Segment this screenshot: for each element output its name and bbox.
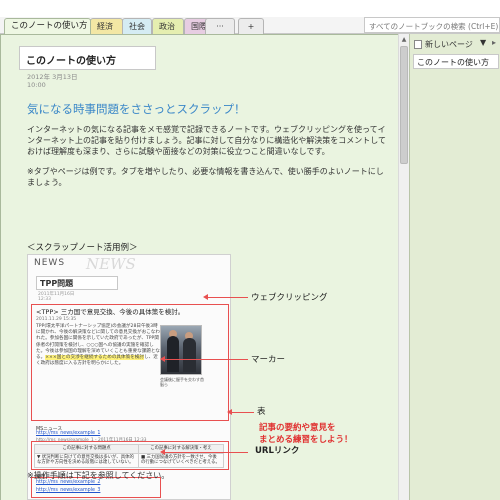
page-list-pane: 新しいページ ▼ ▸ このノートの使い方	[409, 34, 500, 500]
note-paragraph: ※タブやページは例です。タブを増やしたり、必要な情報を書き込んで、使い勝手のよい…	[27, 167, 384, 187]
scrap-time-text: 12:33	[38, 297, 51, 302]
arrow-marker	[165, 359, 248, 360]
label-marker: マーカー	[251, 355, 286, 365]
notebook-window: 経済 社会 政治 国際 ··· + このノートの使い方 すべてのノートブックの検…	[0, 0, 500, 500]
page-date: 2012年 3月13日 10:00	[27, 73, 78, 89]
scroll-up-icon[interactable]: ▲	[399, 34, 409, 45]
new-page-icon[interactable]	[414, 40, 422, 49]
tab-keizai[interactable]: 経済	[90, 18, 123, 34]
new-page-dropdown-icon[interactable]: ▼	[480, 38, 486, 47]
page-date-text: 2012年 3月13日	[27, 73, 78, 81]
search-input[interactable]: すべてのノートブックの検索 (Ctrl+E)	[364, 17, 500, 33]
photo-person-body	[167, 336, 179, 372]
label-web-clipping: ウェブクリッピング	[251, 293, 328, 303]
scrap-title: TPP問題	[36, 276, 118, 290]
table-cell-problem: ▼ 状況判断に向けての意見交換は多いが、具体的な方針や方向性を決める段階には達し…	[34, 452, 139, 469]
label-summary-line1: 記事の要約や意見を	[259, 423, 336, 433]
page-canvas[interactable]: このノートの使い方 2012年 3月13日 10:00 気になる時事問題をささっ…	[0, 34, 398, 500]
label-url-link: URLリンク	[255, 446, 300, 456]
news-watermark: NEWS	[86, 255, 136, 273]
page-title[interactable]: このノートの使い方	[19, 46, 156, 70]
link-url-1[interactable]: http://ms_news/example_1	[36, 431, 100, 436]
footer-note: ※操作手順は下記を参照してください。	[27, 471, 170, 480]
scrap-date: 2011年11月16日 12:33	[38, 292, 74, 302]
arrow-web-clipping	[208, 297, 248, 298]
article-body: TPP(環太平洋パートナーシップ協定)の会議が28日午後3時に開かれ、今後の解決…	[36, 324, 161, 367]
page-time-text: 10:00	[27, 81, 46, 89]
arrow-head-icon	[160, 449, 165, 455]
new-page-button[interactable]: 新しいページ	[425, 39, 473, 50]
page-heading: 気になる時事問題をささっとスクラップ！	[27, 102, 246, 116]
vertical-scrollbar[interactable]: ▲	[398, 34, 409, 500]
photo-person-body	[183, 338, 196, 372]
page-list-item[interactable]: このノートの使い方	[413, 54, 499, 69]
arrow-head-icon	[160, 356, 165, 362]
example-subheading: ＜スクラップノート活用例＞	[27, 243, 138, 253]
news-label: NEWS	[34, 258, 66, 268]
scroll-thumb[interactable]	[400, 46, 408, 164]
label-table: 表	[257, 407, 266, 417]
collapse-pane-icon[interactable]: ▸	[492, 38, 496, 47]
tab-usage-guide[interactable]: このノートの使い方	[4, 18, 91, 34]
table-cell-solution: ■ 三カ国協議の方針を一致させ、今後の行動につなげていくべきだと考える。	[137, 452, 225, 469]
more-tabs-button[interactable]: ···	[205, 18, 235, 34]
arrow-url-link	[165, 452, 248, 453]
photo-caption: 会議後に握手を交わす首脳ら	[160, 377, 204, 387]
tab-seiji[interactable]: 政治	[152, 18, 184, 34]
article-photo	[160, 325, 202, 375]
article-headline: <TPP> 三カ国で意見交換、今後の具体策を検討。	[36, 308, 185, 316]
arrow-head-icon	[203, 294, 208, 300]
summary-table: この記事に対する問題点 この記事に対する解決策・考え ▼ 状況判断に向けての意見…	[34, 444, 225, 469]
arrow-table	[232, 412, 254, 413]
add-section-button[interactable]: +	[238, 18, 264, 34]
new-page-header: 新しいページ ▼ ▸	[410, 38, 500, 52]
marker-highlight: ×××国との交渉を継続するための具体策を検討	[45, 355, 144, 361]
link-url-3[interactable]: http://ms_news/example_3	[36, 488, 100, 493]
table-header-problem: この記事に対する問題点	[34, 444, 139, 454]
scrap-example-image: NEWS NEWS TPP問題 2011年11月16日 12:33 <TPP> …	[27, 254, 231, 500]
intro-paragraph: インターネットの気になる記事をメモ感覚で記録できるノートです。ウェブクリッピング…	[27, 125, 387, 156]
arrow-head-icon	[227, 409, 232, 415]
tab-shakai[interactable]: 社会	[122, 18, 152, 34]
article-date: 2011.11.29 15:35	[36, 317, 77, 322]
